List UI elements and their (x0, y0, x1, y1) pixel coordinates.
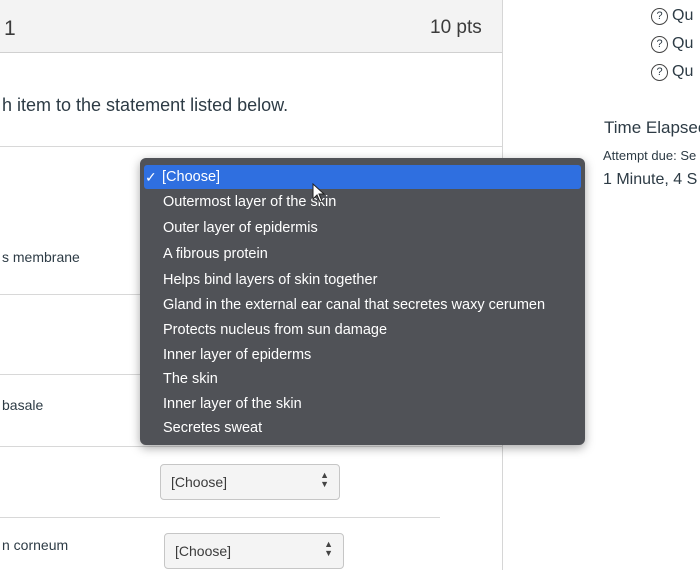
question-link-label: Qu (672, 7, 694, 24)
row-label-basale: basale (2, 397, 44, 413)
row-label-membrane: s membrane (2, 249, 80, 265)
dropdown-option[interactable]: Secretes sweat (140, 416, 585, 440)
option-label: A fibrous protein (163, 246, 268, 262)
divider (0, 446, 502, 447)
question-link-label: Qu (672, 35, 694, 52)
dropdown-option[interactable]: Inner layer of epiderms (140, 343, 585, 367)
dropdown-option[interactable]: Outer layer of epidermis (140, 216, 585, 240)
dropdown-option[interactable]: The skin (140, 367, 585, 391)
answer-select-2[interactable]: [Choose] ▲ ▼ (164, 533, 344, 569)
question-link-1[interactable]: ? Qu (651, 7, 693, 25)
option-label: Outer layer of epidermis (163, 220, 318, 236)
divider (0, 146, 502, 147)
answer-select-1[interactable]: [Choose] ▲ ▼ (160, 464, 340, 500)
question-mark-icon: ? (651, 64, 668, 81)
question-link-3[interactable]: ? Qu (651, 63, 693, 81)
option-label: The skin (163, 371, 218, 387)
divider (0, 517, 440, 518)
select-value: [Choose] (171, 474, 228, 490)
option-label: Protects nucleus from sun damage (163, 322, 388, 338)
question-prompt: h item to the statement listed below. (2, 95, 289, 115)
option-label: Inner layer of the skin (163, 396, 302, 412)
question-header: 1 10 pts (0, 0, 502, 53)
question-link-label: Qu (672, 63, 694, 80)
dropdown-option[interactable]: Protects nucleus from sun damage (140, 318, 585, 342)
option-label: Outermost layer of the skin (163, 194, 337, 210)
question-number: 1 (4, 17, 16, 40)
select-arrows-icon: ▲ ▼ (320, 470, 329, 489)
question-mark-icon: ? (651, 8, 668, 25)
checkmark-icon: ✓ (145, 169, 157, 185)
dropdown-option[interactable]: Helps bind layers of skin together (140, 268, 585, 292)
option-label: Gland in the external ear canal that sec… (163, 297, 546, 313)
dropdown-option[interactable]: Gland in the external ear canal that sec… (140, 293, 585, 317)
option-label: Inner layer of epiderms (163, 347, 312, 363)
option-label: Helps bind layers of skin together (163, 272, 378, 288)
attempt-due-text: Attempt due: Se (603, 148, 697, 163)
option-label: Secretes sweat (163, 420, 263, 436)
option-label: [Choose] (162, 169, 221, 185)
dropdown-option[interactable]: Inner layer of the skin (140, 392, 585, 416)
row-label-corneum: n corneum (2, 537, 69, 553)
select-arrows-icon: ▲ ▼ (324, 539, 333, 558)
question-mark-icon: ? (651, 36, 668, 53)
time-elapsed-value: 1 Minute, 4 S (603, 171, 698, 188)
dropdown-option[interactable]: Outermost layer of the skin (140, 190, 585, 214)
time-elapsed-title: Time Elapsec (604, 118, 700, 137)
dropdown-option[interactable]: A fibrous protein (140, 242, 585, 266)
dropdown-option-choose[interactable]: ✓ [Choose] (144, 165, 581, 189)
mouse-cursor-icon (312, 183, 326, 203)
select-value: [Choose] (175, 543, 232, 559)
question-points: 10 pts (430, 17, 482, 38)
answer-dropdown-menu[interactable]: ✓ [Choose] Outermost layer of the skin O… (140, 158, 585, 445)
question-link-2[interactable]: ? Qu (651, 35, 693, 53)
